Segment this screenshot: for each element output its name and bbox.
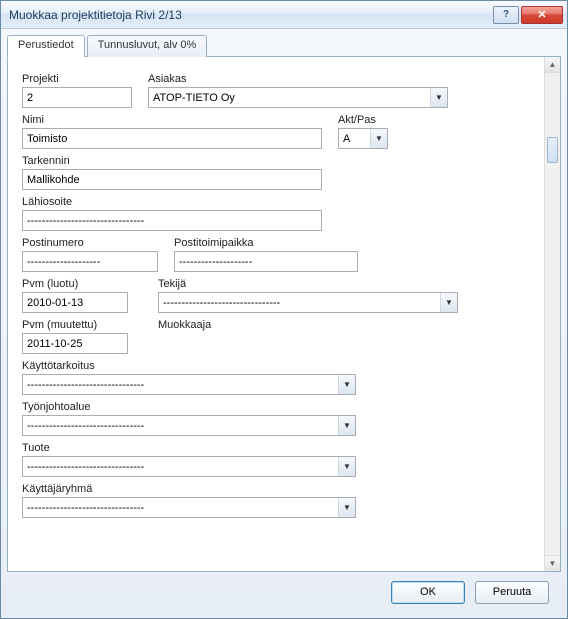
label-muokkaaja: Muokkaaja [158, 319, 211, 331]
kayttajaryhma-combo[interactable]: -------------------------------- ▼ [22, 497, 356, 518]
cancel-button[interactable]: Peruuta [475, 581, 549, 604]
tyonjohtoalue-combo[interactable]: -------------------------------- ▼ [22, 415, 356, 436]
tuote-combo[interactable]: -------------------------------- ▼ [22, 456, 356, 477]
chevron-down-icon: ▼ [440, 293, 457, 312]
scroll-up-arrow-icon: ▲ [545, 57, 560, 73]
nimi-input[interactable] [22, 128, 322, 149]
tarkennin-input[interactable] [22, 169, 322, 190]
vertical-scrollbar[interactable]: ▲ ▼ [544, 57, 560, 571]
help-button[interactable]: ? [493, 6, 519, 24]
pvm-muutettu-input[interactable] [22, 333, 128, 354]
aktpas-combo[interactable]: A ▼ [338, 128, 388, 149]
postitoimipaikka-input[interactable] [174, 251, 358, 272]
label-nimi: Nimi [22, 114, 322, 126]
pvm-luotu-input[interactable] [22, 292, 128, 313]
postinumero-input[interactable] [22, 251, 158, 272]
client-area: Perustiedot Tunnusluvut, alv 0% Projekti… [1, 29, 567, 618]
chevron-down-icon: ▼ [338, 457, 355, 476]
label-tarkennin: Tarkennin [22, 155, 322, 167]
kayttajaryhma-value: -------------------------------- [23, 502, 338, 514]
lahiosoite-input[interactable] [22, 210, 322, 231]
chevron-down-icon: ▼ [370, 129, 387, 148]
ok-button[interactable]: OK [391, 581, 465, 604]
label-tuote: Tuote [22, 442, 356, 454]
label-kayttotarkoitus: Käyttötarkoitus [22, 360, 356, 372]
tuote-value: -------------------------------- [23, 461, 338, 473]
label-kayttajaryhma: Käyttäjäryhmä [22, 483, 356, 495]
form-area: Projekti Asiakas ATOP-TIETO Oy ▼ Nimi [8, 57, 544, 571]
label-lahiosoite: Lähiosoite [22, 196, 322, 208]
label-aktpas: Akt/Pas [338, 114, 388, 126]
asiakas-value: ATOP-TIETO Oy [149, 92, 430, 104]
dialog-window: Muokkaa projektitietoja Rivi 2/13 ? ✕ Pe… [0, 0, 568, 619]
label-tyonjohtoalue: Työnjohtoalue [22, 401, 356, 413]
label-postitoimipaikka: Postitoimipaikka [174, 237, 358, 249]
chevron-down-icon: ▼ [338, 498, 355, 517]
kayttotarkoitus-value: -------------------------------- [23, 379, 338, 391]
chevron-down-icon: ▼ [430, 88, 447, 107]
tab-strip: Perustiedot Tunnusluvut, alv 0% [7, 35, 561, 57]
label-pvm-luotu: Pvm (luotu) [22, 278, 128, 290]
close-button[interactable]: ✕ [521, 6, 563, 24]
dialog-button-bar: OK Peruuta [7, 572, 561, 612]
chevron-down-icon: ▼ [338, 375, 355, 394]
tab-tunnusluvut[interactable]: Tunnusluvut, alv 0% [87, 35, 208, 57]
label-tekija: Tekijä [158, 278, 458, 290]
tyonjohtoalue-value: -------------------------------- [23, 420, 338, 432]
titlebar-buttons: ? ✕ [493, 6, 563, 24]
label-projekti: Projekti [22, 73, 132, 85]
tab-panel: Projekti Asiakas ATOP-TIETO Oy ▼ Nimi [7, 56, 561, 572]
tekija-combo[interactable]: -------------------------------- ▼ [158, 292, 458, 313]
aktpas-value: A [339, 133, 370, 145]
scrollbar-thumb[interactable] [547, 137, 558, 163]
tab-perustiedot[interactable]: Perustiedot [7, 35, 85, 57]
chevron-down-icon: ▼ [338, 416, 355, 435]
window-title: Muokkaa projektitietoja Rivi 2/13 [9, 8, 493, 22]
asiakas-combo[interactable]: ATOP-TIETO Oy ▼ [148, 87, 448, 108]
label-asiakas: Asiakas [148, 73, 530, 85]
close-icon: ✕ [537, 8, 546, 21]
titlebar: Muokkaa projektitietoja Rivi 2/13 ? ✕ [1, 1, 567, 29]
tekija-value: -------------------------------- [159, 297, 440, 309]
projekti-input[interactable] [22, 87, 132, 108]
label-postinumero: Postinumero [22, 237, 158, 249]
kayttotarkoitus-combo[interactable]: -------------------------------- ▼ [22, 374, 356, 395]
scroll-down-arrow-icon: ▼ [545, 555, 560, 571]
label-pvm-muutettu: Pvm (muutettu) [22, 319, 128, 331]
